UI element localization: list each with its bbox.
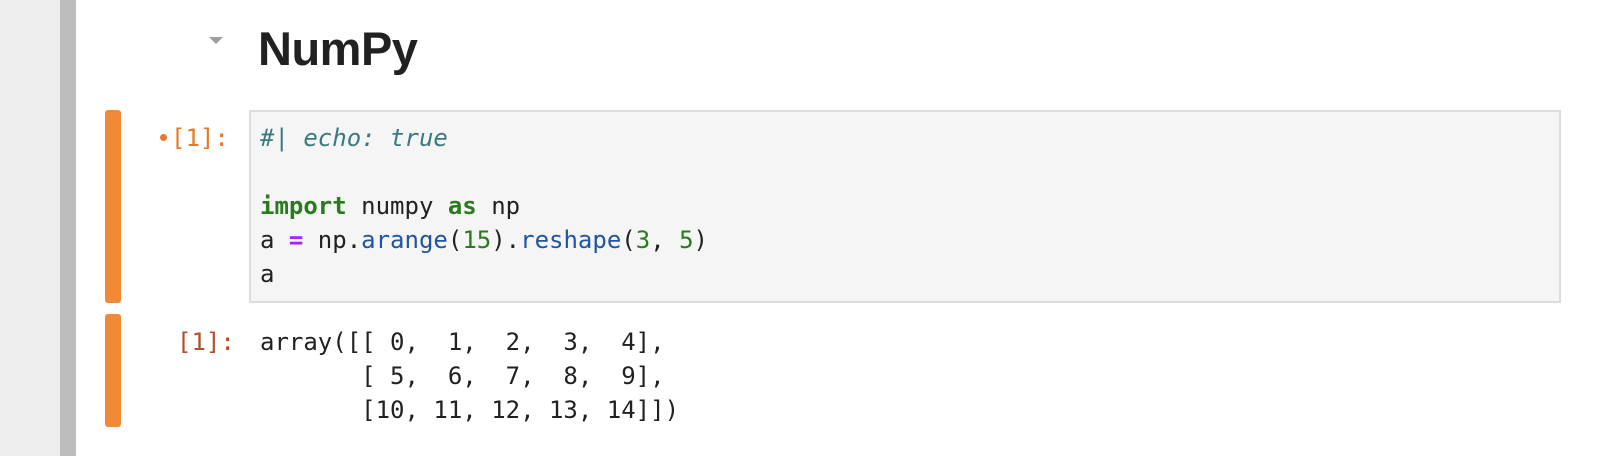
code-token-number: 3 — [635, 226, 651, 254]
panel-border — [60, 0, 76, 456]
code-token-keyword: import — [260, 192, 347, 220]
code-token-plain: a — [260, 260, 275, 288]
code-line: a = np.arange(15).reshape(3, 5) — [260, 223, 708, 257]
markdown-heading: NumPy — [258, 22, 418, 75]
code-token-keyword: as — [447, 192, 477, 220]
output-prompt: [1]: — [177, 328, 235, 356]
output-line: [10, 11, 12, 13, 14]]) — [260, 396, 680, 424]
code-content[interactable]: #| echo: true import numpy as np a = np.ar… — [260, 121, 708, 291]
code-token-func: arange — [361, 226, 448, 254]
code-editor[interactable]: #| echo: true import numpy as np a = np.ar… — [249, 110, 1561, 303]
output-line: array([[ 0, 1, 2, 3, 4], — [260, 328, 665, 356]
modified-indicator-icon — [160, 133, 167, 141]
code-token-number: 15 — [462, 226, 492, 254]
output-line: [ 5, 6, 7, 8, 9], — [260, 362, 665, 390]
code-token-plain: numpy — [346, 192, 448, 220]
code-line: a — [260, 257, 708, 291]
code-token-func: reshape — [520, 226, 622, 254]
output-collapser-bar[interactable] — [105, 314, 121, 427]
code-token-plain: ) — [693, 226, 708, 254]
code-token-plain: , — [650, 226, 680, 254]
input-prompt-label: [1]: — [171, 124, 229, 152]
left-gutter — [0, 0, 60, 456]
code-token-plain: ). — [491, 226, 521, 254]
code-line: import numpy as np — [260, 189, 708, 223]
code-token-plain: ( — [447, 226, 463, 254]
input-prompt: [1]: — [160, 121, 229, 155]
code-token-plain: a — [260, 226, 289, 254]
code-line: #| echo: true — [260, 121, 708, 155]
code-token-number: 5 — [679, 226, 694, 254]
code-token-plain: ( — [621, 226, 636, 254]
input-collapser-bar[interactable] — [105, 110, 121, 303]
code-token-plain: np — [476, 192, 521, 220]
code-token-operator: = — [288, 226, 304, 254]
code-token-plain: np. — [303, 226, 362, 254]
output-area: array([[ 0, 1, 2, 3, 4], [ 5, 6, 7, 8, 9… — [260, 325, 679, 427]
caret-down-icon[interactable] — [209, 37, 223, 44]
code-token-comment: #| echo: true — [260, 124, 448, 152]
